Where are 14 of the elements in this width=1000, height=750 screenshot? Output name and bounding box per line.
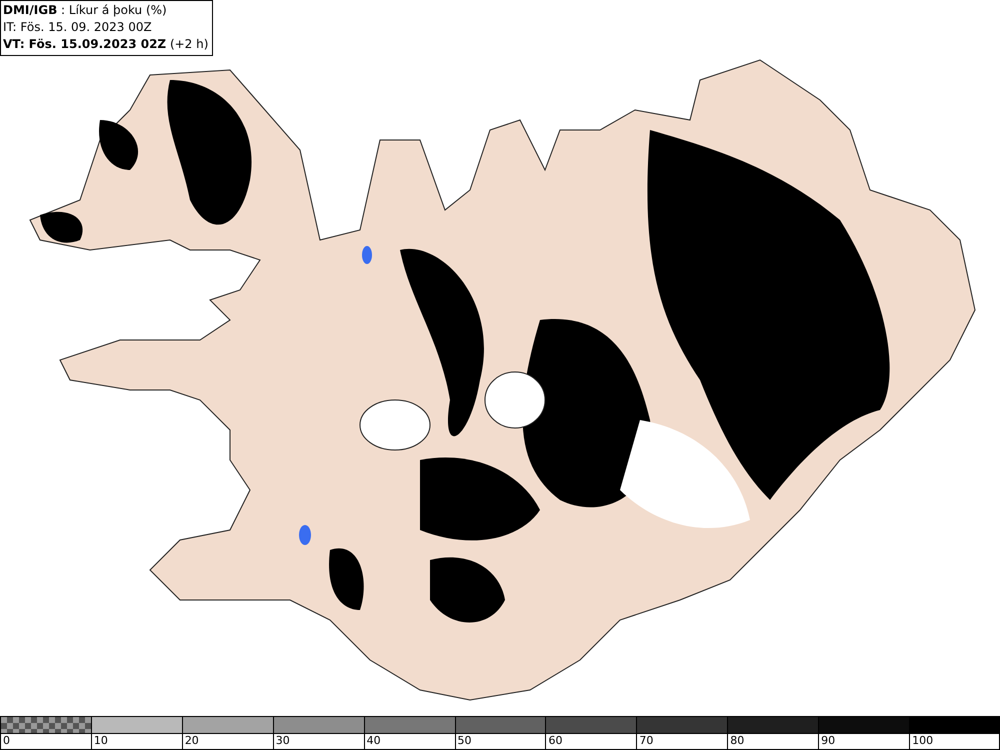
legend-label: 30	[274, 734, 290, 748]
map-info-text: IT: Fös. 15. 09. 2023 00Z	[3, 19, 153, 36]
map-info-text: DMI/IGB : Líkur á þoku (%)	[3, 2, 168, 19]
legend-label: 90	[820, 734, 836, 748]
legend-label: 70	[638, 734, 654, 748]
legend-label: 50	[456, 734, 472, 748]
legend-label: 0	[2, 734, 10, 748]
legend-label: 60	[547, 734, 562, 748]
legend-label: 10	[92, 734, 108, 748]
legend-label: 80	[729, 734, 744, 748]
legend-label: 20	[184, 734, 199, 748]
map-info-text: VT: Fös. 15.09.2023 02Z (+2 h)	[3, 36, 208, 53]
legend-label: 40	[366, 734, 381, 748]
legend-label: 100	[911, 734, 934, 748]
